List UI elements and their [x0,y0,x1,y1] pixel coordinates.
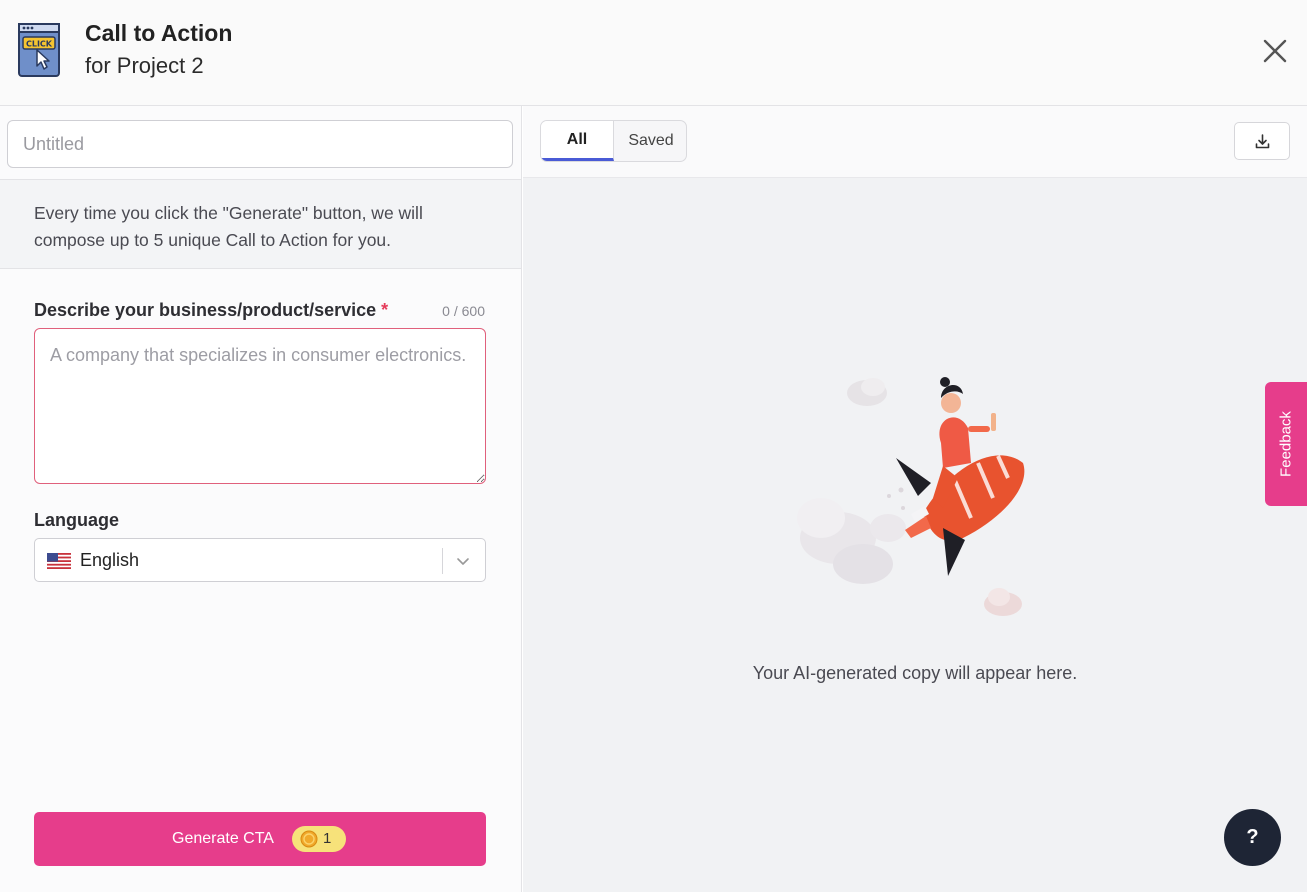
click-window-icon: CLICK [18,23,60,77]
description-label-text: Describe your business/product/service [34,300,377,320]
required-mark: * [381,300,389,320]
results-tabs: All Saved [540,120,687,162]
results-panel: All Saved Your AI-generated copy will ap… [523,106,1307,892]
rocket-illustration [797,377,1025,616]
language-value: English [80,550,140,570]
download-button[interactable] [1234,122,1290,160]
empty-state-message: Your AI-generated copy will appear here. [752,663,1078,683]
language-select[interactable]: English [34,538,486,582]
project-name-input[interactable] [7,120,513,168]
tab-saved[interactable]: Saved [614,121,686,161]
credit-badge: 1 [292,826,346,852]
close-icon[interactable] [1258,34,1292,68]
generate-cta-button[interactable]: Generate CTA 1 [34,812,486,866]
feedback-tab[interactable]: Feedback [1265,382,1307,506]
form-panel: Every time you click the "Generate" butt… [0,106,522,892]
description-textarea[interactable] [34,328,486,484]
generate-button-label: Generate CTA [172,830,274,847]
coin-icon [300,830,318,848]
char-counter: 0 / 600 [442,303,485,319]
help-button[interactable]: ? [1224,809,1281,866]
modal-header: CLICK Call to Action for Project 2 [0,0,1307,106]
results-toolbar: All Saved [523,106,1307,178]
tab-all[interactable]: All [541,121,614,161]
us-flag-icon [47,553,71,569]
credit-count: 1 [323,830,332,847]
select-divider [442,548,443,574]
chevron-down-icon[interactable] [455,553,471,569]
page-subtitle: for Project 2 [85,53,204,78]
download-icon [1255,134,1270,149]
info-banner: Every time you click the "Generate" butt… [0,179,521,269]
page-title: Call to Action [85,20,233,46]
language-label: Language [34,510,120,530]
app-icon-text: CLICK [26,40,53,49]
feedback-label: Feedback [1277,411,1295,477]
description-label: Describe your business/product/service * [34,300,388,321]
